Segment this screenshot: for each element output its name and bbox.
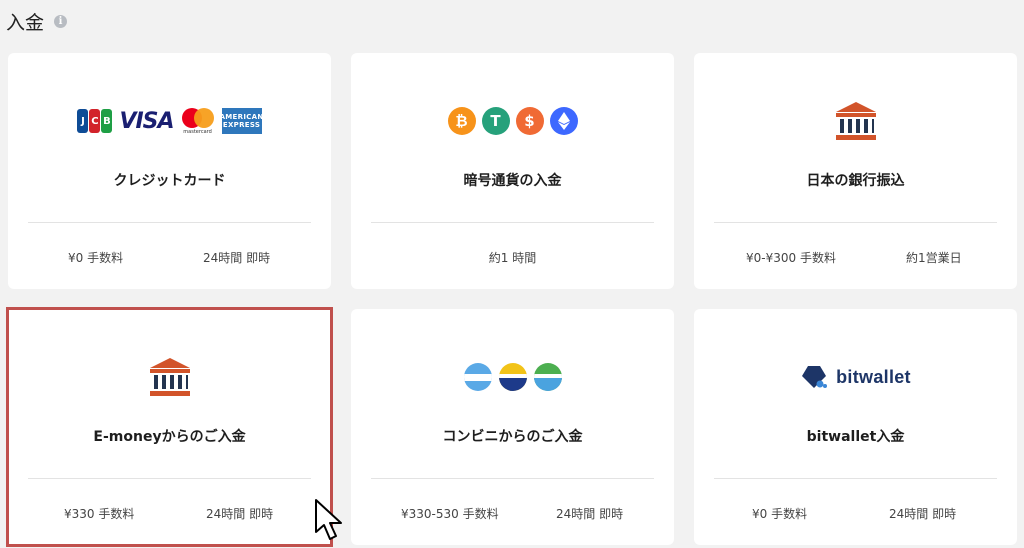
visa-logo-icon: VISA (119, 108, 174, 134)
jcb-logo-icon: JCB (77, 109, 113, 133)
convenience-store-1-icon (463, 363, 492, 391)
tether-icon: T (481, 107, 510, 135)
bank-icon (149, 358, 190, 396)
card-divider (714, 222, 997, 223)
card-processing-time: 約1営業日 (906, 251, 962, 265)
card-title: 日本の銀行振込 (806, 173, 905, 189)
card-logo-area: ₿ T $ (351, 93, 674, 149)
card-fee: ¥0 手数料 (68, 251, 124, 265)
bitcoin-icon: ₿ (447, 107, 476, 135)
deposit-card-japan-bank[interactable]: 日本の銀行振込 ¥0-¥300 手数料 約1営業日 (694, 53, 1017, 289)
card-divider (371, 222, 654, 223)
card-processing-time: 24時間 即時 (206, 507, 274, 521)
info-icon[interactable]: i (54, 14, 68, 28)
bitwallet-logo: bitwallet (800, 364, 911, 390)
amex-logo-icon: AMERICAN EXPRESS (220, 108, 263, 134)
deposit-card-bitwallet[interactable]: bitwallet bitwallet入金 ¥0 手数料 24時間 即時 (694, 309, 1017, 545)
credit-card-brand-logos: JCB VISA mastercard AMERICAN EXPRESS (77, 107, 263, 135)
card-processing-time: 24時間 即時 (203, 251, 271, 265)
page-header: 入金 i (6, 6, 68, 36)
card-fee: ¥330 手数料 (64, 507, 135, 521)
convenience-store-3-icon (533, 363, 562, 391)
convenience-store-logos (463, 363, 562, 391)
card-processing-time: 24時間 即時 (889, 507, 957, 521)
deposit-card-convenience-store[interactable]: コンビニからのご入金 ¥330-530 手数料 24時間 即時 (351, 309, 674, 545)
deposit-card-emoney[interactable]: E-moneyからのご入金 ¥330 手数料 24時間 即時 (6, 307, 333, 547)
card-divider (371, 478, 654, 479)
crypto-coin-logos: ₿ T $ (447, 107, 578, 135)
card-fee: ¥330-530 手数料 (401, 507, 499, 521)
usd-coin-icon: $ (515, 107, 544, 135)
card-logo-area (694, 93, 1017, 149)
deposit-page: 入金 i JCB VISA mastercard AMERICAN EXPRES… (0, 0, 1024, 548)
card-title: コンビニからのご入金 (442, 429, 583, 445)
card-fee: ¥0 手数料 (752, 507, 808, 521)
card-logo-area: bitwallet (694, 349, 1017, 405)
page-title: 入金 (6, 11, 45, 34)
bitwallet-logo-text: bitwallet (836, 366, 911, 387)
card-title: bitwallet入金 (806, 429, 905, 445)
card-processing-time: 24時間 即時 (556, 507, 624, 521)
card-divider (28, 478, 311, 479)
card-logo-area (351, 349, 674, 405)
card-fee: ¥0-¥300 手数料 (746, 251, 836, 265)
card-title: E-moneyからのご入金 (93, 429, 246, 445)
mastercard-logo-icon: mastercard (180, 107, 216, 135)
card-title: クレジットカード (113, 173, 226, 189)
card-divider (714, 478, 997, 479)
deposit-card-credit-card[interactable]: JCB VISA mastercard AMERICAN EXPRESS クレジ… (8, 53, 331, 289)
mouse-cursor-icon (315, 499, 342, 540)
deposit-card-crypto[interactable]: ₿ T $ 暗号通貨の入金 約1 時間 (351, 53, 674, 289)
bank-icon (835, 102, 876, 140)
convenience-store-2-icon (498, 363, 527, 391)
card-processing-time: 約1 時間 (488, 251, 537, 265)
card-title: 暗号通貨の入金 (463, 173, 562, 189)
card-logo-area: JCB VISA mastercard AMERICAN EXPRESS (8, 93, 331, 149)
card-divider (28, 222, 311, 223)
card-logo-area (8, 349, 331, 405)
ethereum-icon (549, 107, 578, 135)
bitwallet-mark-icon (802, 366, 828, 388)
deposit-method-grid: JCB VISA mastercard AMERICAN EXPRESS クレジ… (6, 53, 1024, 548)
